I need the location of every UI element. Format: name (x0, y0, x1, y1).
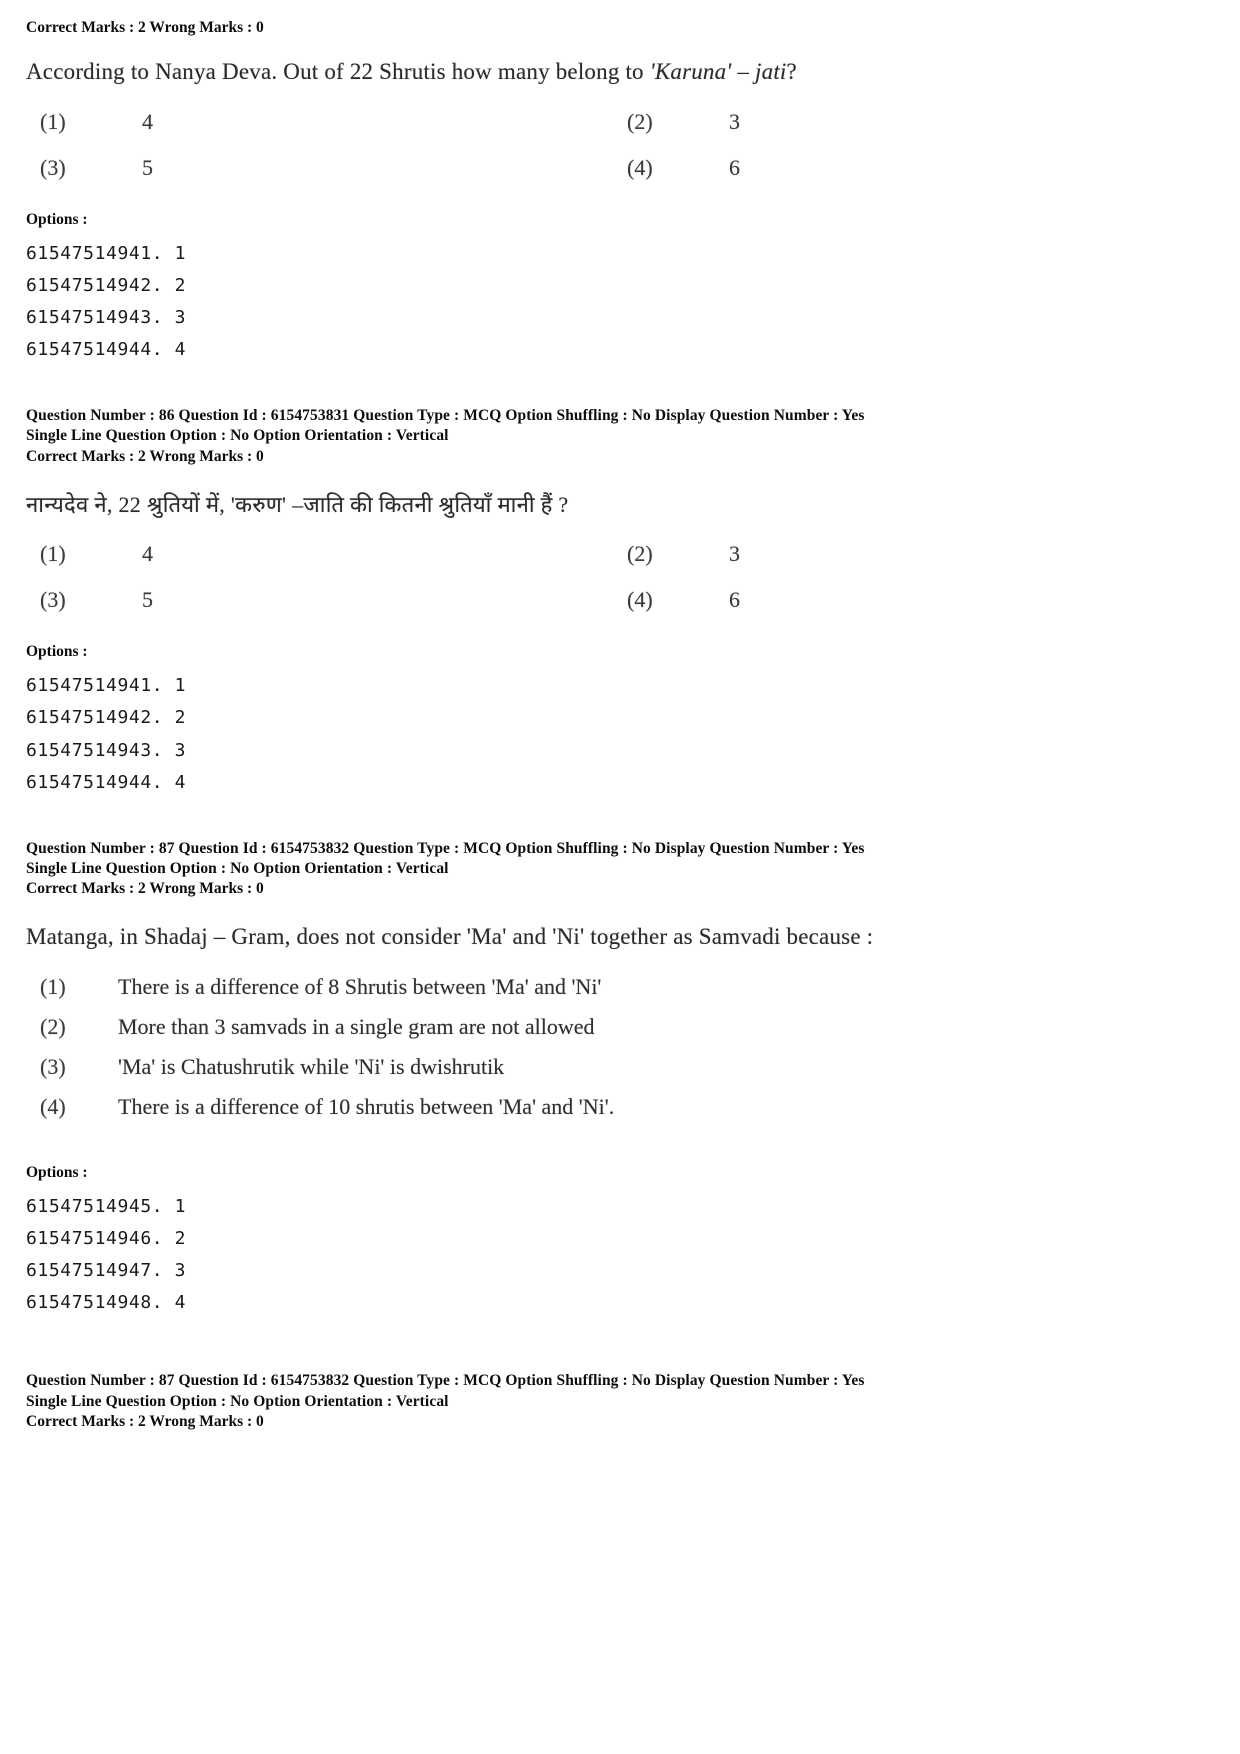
choice-label-4: (4) (627, 587, 653, 613)
option-id-4: 61547514944. 4 (26, 771, 187, 793)
options-heading-q86-hindi: Options : (26, 643, 88, 661)
choice-label-2: (2) (627, 108, 653, 134)
choice-text-3: 'Ma' is Chatushrutik while 'Ni' is dwish… (118, 1054, 505, 1080)
choice-row-1[interactable]: (1) There is a difference of 8 Shrutis b… (40, 974, 1214, 1000)
choice-row-4[interactable]: (4) There is a difference of 10 shrutis … (40, 1094, 1214, 1120)
options-heading-q86-english: Options : (26, 210, 88, 228)
option-id-2: 61547514942. 2 (26, 274, 187, 296)
choice-text-2: More than 3 samvads in a single gram are… (118, 1014, 595, 1040)
option-id-2: 61547514942. 2 (26, 707, 187, 729)
question-text-tail: ? (786, 58, 797, 84)
marks-line-q86-english: Correct Marks : 2 Wrong Marks : 0 (26, 19, 264, 36)
metadata-line-2: Single Line Question Option : No Option … (26, 427, 449, 445)
choice-label-3: (3) (40, 1054, 66, 1080)
choice-label-1: (1) (40, 541, 66, 567)
option-id-3: 61547514943. 3 (26, 739, 187, 761)
question-metadata-q87-top: Question Number : 87 Question Id : 61547… (26, 839, 1214, 880)
option-id-3: 61547514943. 3 (26, 306, 187, 328)
choices-stack-q87-english: (1) There is a difference of 8 Shrutis b… (40, 974, 1214, 1120)
option-id-1: 61547514941. 1 (26, 242, 187, 264)
choice-value-3[interactable]: 5 (102, 587, 627, 613)
metadata-line-1: Question Number : 87 Question Id : 61547… (26, 839, 865, 857)
marks-line-q86-hindi: Correct Marks : 2 Wrong Marks : 0 (26, 447, 264, 465)
metadata-line-1: Question Number : 86 Question Id : 61547… (26, 406, 865, 424)
choice-value-2[interactable]: 3 (689, 541, 1214, 567)
choice-label-3: (3) (40, 154, 66, 180)
marks-line-q87-bottom: Correct Marks : 2 Wrong Marks : 0 (26, 1413, 264, 1431)
option-id-1: 61547514941. 1 (26, 675, 187, 697)
marks-line-q87-english: Correct Marks : 2 Wrong Marks : 0 (26, 880, 264, 898)
exam-question-page: Correct Marks : 2 Wrong Marks : 0 Accord… (0, 0, 1240, 1754)
metadata-line-2: Single Line Question Option : No Option … (26, 860, 449, 878)
metadata-line-2: Single Line Question Option : No Option … (26, 1392, 449, 1410)
question-text-q86-english: According to Nanya Deva. Out of 22 Shrut… (26, 57, 1214, 87)
choice-label-1: (1) (40, 108, 66, 134)
metadata-line-1: Question Number : 87 Question Id : 61547… (26, 1372, 865, 1390)
choice-value-4[interactable]: 6 (689, 587, 1214, 613)
question-metadata-q86: Question Number : 86 Question Id : 61547… (26, 406, 1214, 447)
choice-label-3: (3) (40, 587, 66, 613)
choice-label-4: (4) (40, 1094, 66, 1120)
question-text-q87-english: Matanga, in Shadaj – Gram, does not cons… (26, 924, 874, 950)
options-heading-q87-english: Options : (26, 1164, 88, 1182)
choices-grid-q86-hindi: (1) 4 (2) 3 (3) 5 (4) 6 (40, 541, 1214, 613)
choice-text-4: There is a difference of 10 shrutis betw… (118, 1094, 615, 1120)
choice-value-3[interactable]: 5 (102, 155, 627, 181)
choice-value-1[interactable]: 4 (102, 541, 627, 567)
choices-grid-q86-english: (1) 4 (2) 3 (3) 5 (4) 6 (40, 109, 1214, 181)
option-id-3: 61547514947. 3 (26, 1260, 187, 1282)
choice-text-1: There is a difference of 8 Shrutis betwe… (118, 974, 602, 1000)
choice-label-1: (1) (40, 974, 66, 1000)
choice-label-2: (2) (40, 1014, 66, 1040)
choice-value-4[interactable]: 6 (689, 155, 1214, 181)
choice-row-2[interactable]: (2) More than 3 samvads in a single gram… (40, 1014, 1214, 1040)
choice-value-1[interactable]: 4 (102, 109, 627, 135)
question-metadata-q87-bottom: Question Number : 87 Question Id : 61547… (26, 1371, 1214, 1412)
option-id-4: 61547514948. 4 (26, 1292, 187, 1314)
question-text-q86-hindi: नान्यदेव ने, 22 श्रुतियों में, 'करुण' –ज… (26, 491, 569, 517)
choice-label-4: (4) (627, 154, 653, 180)
question-text-lead: According to Nanya Deva. Out of 22 Shrut… (26, 58, 650, 84)
option-id-1: 61547514945. 1 (26, 1196, 187, 1218)
choice-label-2: (2) (627, 541, 653, 567)
option-id-2: 61547514946. 2 (26, 1228, 187, 1250)
question-text-italic: 'Karuna' – jati (649, 58, 787, 84)
option-id-4: 61547514944. 4 (26, 338, 187, 360)
choice-value-2[interactable]: 3 (689, 109, 1214, 135)
choice-row-3[interactable]: (3) 'Ma' is Chatushrutik while 'Ni' is d… (40, 1054, 1214, 1080)
